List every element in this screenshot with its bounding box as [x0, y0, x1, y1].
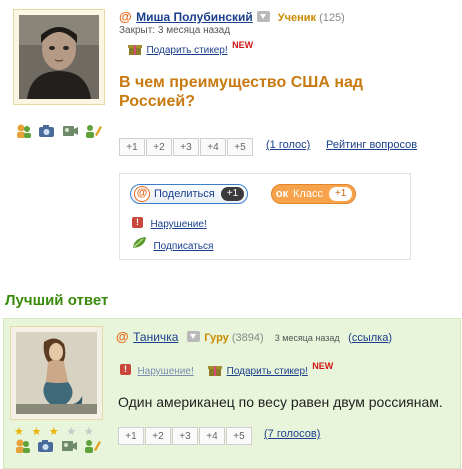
- mail-at-icon[interactable]: @: [116, 329, 129, 344]
- vote-plus-3[interactable]: +3: [173, 138, 199, 156]
- video-icon[interactable]: [61, 438, 78, 453]
- asker-icons: [15, 122, 104, 140]
- vote-plus-2[interactable]: +2: [145, 427, 171, 445]
- question-text: В чем преимущество США над Россией?: [119, 74, 364, 110]
- share-button[interactable]: @ Поделиться +1: [130, 184, 249, 204]
- share-panel: @ Поделиться +1 ок Класс +1 ! Нарушение!…: [119, 173, 411, 260]
- vote-plus-2[interactable]: +2: [146, 138, 172, 156]
- answer-link[interactable]: ссылка: [352, 332, 389, 344]
- vote-plus-1[interactable]: +1: [119, 138, 145, 156]
- edit-user-icon[interactable]: [84, 438, 102, 454]
- rating-questions-link[interactable]: Рейтинг вопросов: [326, 139, 417, 151]
- user-menu-icon[interactable]: [186, 331, 200, 343]
- new-badge: NEW: [312, 361, 334, 371]
- answerer-avatar[interactable]: [10, 326, 103, 420]
- asker-name-link[interactable]: Миша Полубинский: [136, 10, 253, 24]
- answerer-header: @ Таничка Гуру (3894) 3 месяца назад (сс…: [116, 328, 392, 346]
- warning-icon: !: [132, 217, 143, 229]
- gift-sticker-row: Подарить стикер! NEW: [128, 40, 253, 58]
- answer-time: 3 месяца назад: [274, 333, 340, 343]
- answer-link-group: (ссылка): [348, 332, 392, 344]
- new-badge: NEW: [232, 40, 254, 50]
- answer-actions-row: ! Нарушение! Подарить стикер! NEW: [120, 361, 333, 379]
- answerer-rank-label: Гуру: [204, 332, 229, 344]
- asker-header: @ Миша Полубинский Ученик (125): [119, 8, 345, 26]
- violation-link[interactable]: Нарушение!: [150, 219, 206, 230]
- asker-photo: [19, 15, 99, 99]
- answer-violation-link[interactable]: Нарушение!: [137, 366, 193, 377]
- answerer-rank-score: (3894): [231, 332, 264, 344]
- mail-share-icon: @: [134, 186, 150, 202]
- vote-plus-4[interactable]: +4: [200, 138, 226, 156]
- subscribe-leaf-icon: [132, 236, 147, 254]
- answer-gift-sticker-link[interactable]: Подарить стикер!: [227, 366, 308, 377]
- warning-icon: !: [120, 364, 131, 376]
- class-count: +1: [328, 187, 353, 201]
- gift-icon: [128, 42, 142, 56]
- vote-plus-4[interactable]: +4: [199, 427, 225, 445]
- asker-rank-label: Ученик: [277, 12, 317, 24]
- answer-vote-buttons: +1 +2 +3 +4 +5: [118, 427, 253, 445]
- asker-avatar[interactable]: [13, 9, 105, 105]
- best-answer-title: Лучший ответ: [5, 292, 109, 309]
- answer-text: Один американец по весу равен двум росси…: [118, 394, 443, 410]
- question-votes-count[interactable]: (1 голос): [266, 139, 310, 151]
- user-menu-icon[interactable]: [257, 11, 271, 23]
- friends-icon[interactable]: [14, 438, 31, 454]
- class-button[interactable]: ок Класс +1: [271, 184, 357, 204]
- vote-plus-3[interactable]: +3: [172, 427, 198, 445]
- answerer-rank: Гуру (3894): [204, 332, 266, 344]
- vote-plus-1[interactable]: +1: [118, 427, 144, 445]
- question-vote-buttons: +1 +2 +3 +4 +5: [119, 138, 254, 156]
- share-label: Поделиться: [154, 188, 215, 200]
- camera-icon[interactable]: [37, 438, 54, 453]
- mail-at-icon[interactable]: @: [119, 9, 132, 24]
- asker-rank-score: (125): [319, 12, 345, 24]
- violation-row: ! Нарушение!: [132, 214, 207, 232]
- gift-sticker-link[interactable]: Подарить стикер!: [146, 45, 227, 56]
- friends-icon[interactable]: [15, 123, 32, 139]
- edit-user-icon[interactable]: [85, 123, 103, 139]
- answer-votes-count[interactable]: (7 голосов): [264, 428, 320, 440]
- odnoklassniki-icon: ок: [275, 188, 289, 200]
- gift-icon: [208, 363, 223, 377]
- class-label: Класс: [293, 188, 323, 200]
- camera-icon[interactable]: [38, 123, 55, 138]
- closed-status: Закрыт: 3 месяца назад: [119, 25, 231, 36]
- share-count: +1: [220, 187, 245, 201]
- answerer-picture: [16, 332, 97, 414]
- subscribe-row: Подписаться: [132, 236, 213, 254]
- video-icon[interactable]: [62, 123, 79, 138]
- subscribe-link[interactable]: Подписаться: [153, 241, 213, 252]
- asker-rank: Ученик (125): [275, 12, 345, 24]
- vote-plus-5[interactable]: +5: [226, 427, 252, 445]
- answerer-icons: [14, 437, 103, 455]
- answerer-name-link[interactable]: Таничка: [133, 330, 178, 344]
- vote-plus-5[interactable]: +5: [227, 138, 253, 156]
